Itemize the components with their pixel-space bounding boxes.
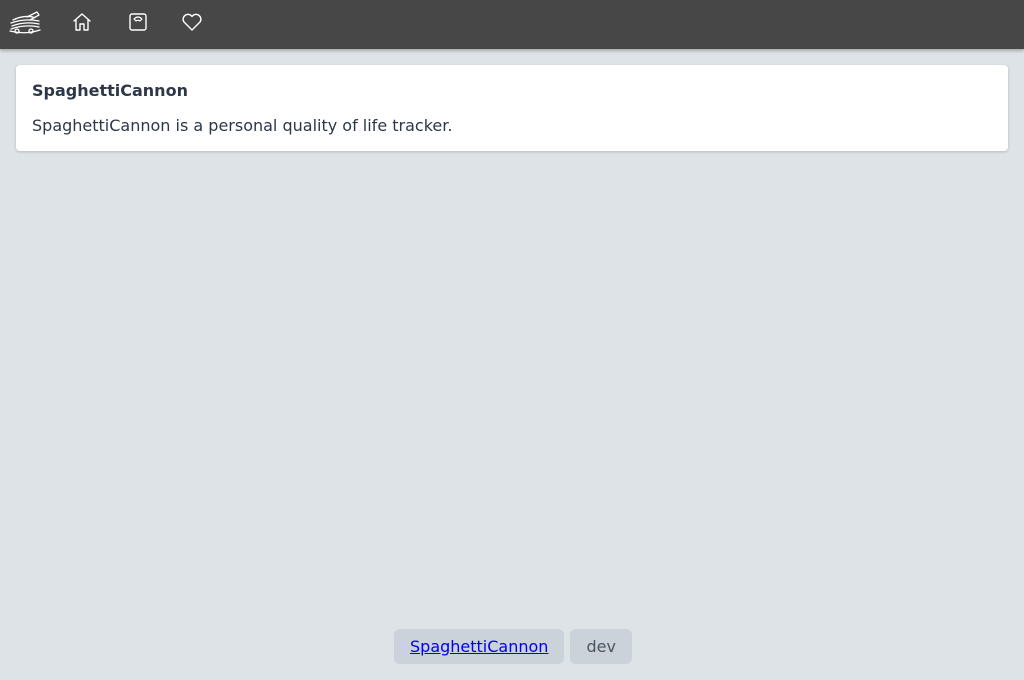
home-button[interactable] (66, 0, 98, 44)
scale-icon (129, 13, 147, 31)
top-navigation-bar (0, 0, 1024, 49)
home-icon (73, 13, 91, 31)
card-description: SpaghettiCannon is a personal quality of… (32, 116, 453, 135)
environment-badge: dev (570, 629, 632, 664)
about-card: SpaghettiCannon SpaghettiCannon is a per… (16, 65, 1008, 151)
footer: SpaghettiCannon dev (394, 629, 632, 664)
favorites-button[interactable] (176, 0, 208, 44)
app-link[interactable]: SpaghettiCannon (410, 637, 548, 656)
heart-icon (182, 13, 202, 31)
weight-button[interactable] (122, 0, 154, 44)
spaghetti-cannon-logo-icon (9, 11, 41, 34)
logo-button[interactable] (6, 0, 44, 44)
card-title: SpaghettiCannon (32, 81, 188, 100)
app-link-pill: SpaghettiCannon (394, 629, 565, 664)
